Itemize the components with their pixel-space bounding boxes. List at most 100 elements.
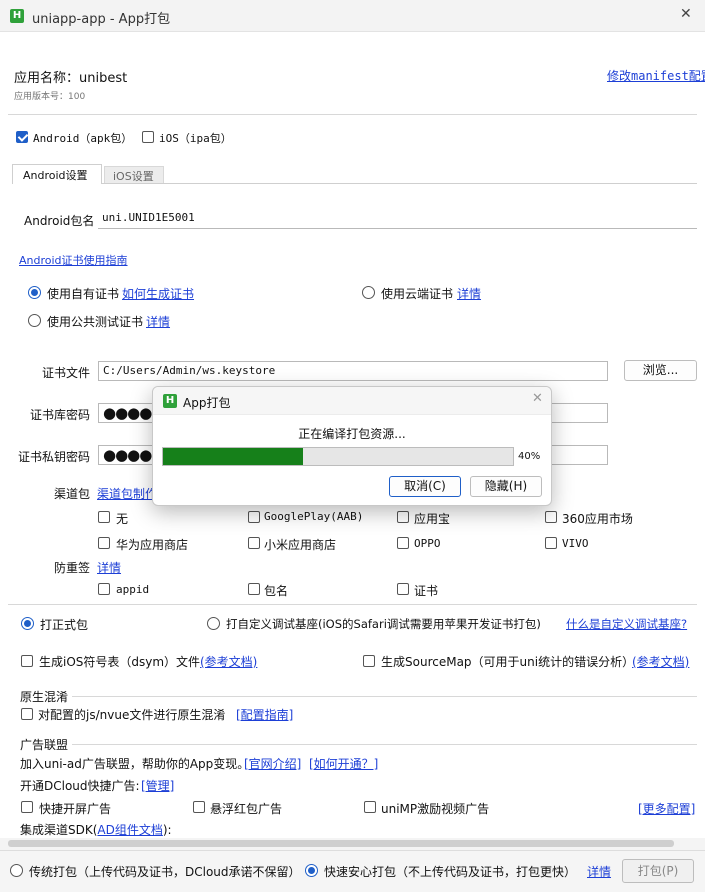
divider (72, 696, 697, 697)
ads-intro-link[interactable]: [官网介绍] (244, 755, 301, 772)
cert-own-radio[interactable] (28, 286, 41, 299)
sourcemap-doc-link[interactable]: (参考文档) (632, 653, 689, 670)
cancel-button[interactable]: 取消(C) (389, 476, 461, 497)
progress-dialog: H App打包 ✕ 正在编译打包资源... 40% 取消(C) 隐藏(H) (152, 386, 552, 506)
divider (8, 114, 697, 115)
channel-checkbox-huawei[interactable] (98, 537, 110, 549)
safe-build-radio[interactable] (305, 864, 318, 877)
tamper-checkbox-appid[interactable] (98, 583, 110, 595)
obfuscation-title: 原生混淆 (20, 690, 69, 704)
ads-howto-link[interactable]: [如何开通？] (309, 755, 378, 772)
hbuilderx-logo-icon: H (10, 9, 24, 23)
progress-percent: 40% (518, 451, 541, 462)
app-name: 应用名称：unibest (14, 71, 128, 86)
build-button[interactable]: 打包(P) (622, 859, 694, 883)
tab-ios-label: iOS设置 (113, 170, 154, 183)
cert-public-label: 使用公共测试证书 (47, 315, 144, 329)
dialog-close-icon[interactable]: ✕ (532, 391, 543, 406)
close-icon[interactable]: ✕ (680, 6, 692, 22)
channel-label-yingyongbao: 应用宝 (414, 512, 451, 526)
tab-android-label: Android设置 (23, 169, 88, 182)
channel-label-360: 360应用市场 (562, 512, 633, 526)
cert-file-label: 证书文件 (42, 366, 91, 380)
package-label: Android包名 (24, 214, 95, 228)
channel-checkbox-vivo[interactable] (545, 537, 557, 549)
cert-guide-link[interactable]: Android证书使用指南 (19, 252, 128, 268)
ios-symbols-checkbox[interactable] (21, 655, 33, 667)
cert-cloud-radio[interactable] (362, 286, 375, 299)
dialog-message: 正在编译打包资源... (298, 427, 406, 441)
splash-ad-label: 快捷开屏广告 (39, 802, 112, 816)
cert-own-label: 使用自有证书 (47, 287, 120, 301)
obfuscation-guide-link[interactable]: [配置指南] (236, 706, 293, 723)
traditional-build-label: 传统打包（上传代码及证书，DCloud承诺不保留） (29, 865, 301, 879)
manifest-link[interactable]: 修改manifest配置 (607, 67, 705, 84)
tab-ios-settings[interactable]: iOS设置 (104, 166, 164, 184)
cert-file-input[interactable]: C:/Users/Admin/ws.keystore (98, 361, 608, 381)
dcloud-ads-label: 开通DCloud快捷广告: (20, 779, 140, 793)
divider (8, 604, 697, 605)
tamper-label-cert: 证书 (414, 584, 439, 598)
horizontal-scrollbar[interactable] (0, 838, 705, 850)
ads-title: 广告联盟 (20, 738, 69, 752)
cert-cloud-link[interactable]: 详情 (457, 285, 481, 302)
cert-cloud-label: 使用云端证书 (381, 287, 454, 301)
channel-checkbox-googleplay[interactable] (248, 511, 260, 523)
ios-checkbox-label: iOS（ipa包） (159, 132, 232, 145)
formal-build-radio[interactable] (21, 617, 34, 630)
custom-base-radio[interactable] (207, 617, 220, 630)
ios-checkbox[interactable] (142, 131, 154, 143)
tamper-checkbox-cert[interactable] (397, 583, 409, 595)
tab-divider (102, 183, 697, 184)
footer-details-link[interactable]: 详情 (587, 863, 611, 880)
sdk-suffix: ): (162, 823, 172, 837)
tamper-label: 防重签 (54, 561, 91, 575)
hide-button[interactable]: 隐藏(H) (470, 476, 542, 497)
title-bar: H uniapp-app - App打包 ✕ (0, 0, 705, 32)
tab-android-settings[interactable]: Android设置 (12, 164, 102, 184)
channel-label-googleplay: GooglePlay(AAB) (264, 510, 364, 523)
float-ad-checkbox[interactable] (193, 801, 205, 813)
scrollbar-thumb[interactable] (8, 840, 674, 847)
float-ad-label: 悬浮红包广告 (210, 802, 283, 816)
ios-symbols-doc-link[interactable]: (参考文档) (200, 653, 257, 670)
sourcemap-checkbox[interactable] (363, 655, 375, 667)
channel-label-oppo: OPPO (414, 537, 441, 550)
ios-symbols-label: 生成iOS符号表（dsym）文件 (39, 655, 201, 669)
tamper-checkbox-package[interactable] (248, 583, 260, 595)
channel-checkbox-yingyongbao[interactable] (397, 511, 409, 523)
channel-label: 渠道包 (54, 487, 91, 501)
dialog-logo-icon: H (163, 394, 177, 408)
sdk-line: 集成渠道SDK(AD组件文档): (20, 821, 172, 838)
android-checkbox-label: Android（apk包） (33, 132, 133, 145)
cert-public-link[interactable]: 详情 (146, 313, 170, 330)
dcloud-ads-manage-link[interactable]: [管理] (141, 777, 174, 794)
channel-label-huawei: 华为应用商店 (116, 538, 189, 552)
obfuscation-checkbox[interactable] (21, 708, 33, 720)
traditional-build-radio[interactable] (10, 864, 23, 877)
formal-build-label: 打正式包 (40, 618, 89, 632)
more-config-link[interactable]: [更多配置] (638, 800, 695, 817)
channel-label-vivo: VIVO (562, 537, 589, 550)
ads-intro: 加入uni-ad广告联盟，帮助你的App变现。 (20, 757, 250, 771)
obfuscation-label: 对配置的js/nvue文件进行原生混淆 (38, 708, 226, 722)
app-version: 应用版本号：100 (14, 92, 86, 102)
channel-checkbox-360[interactable] (545, 511, 557, 523)
custom-base-help-link[interactable]: 什么是自定义调试基座? (566, 616, 687, 632)
browse-button[interactable]: 浏览... (624, 360, 697, 381)
splash-ad-checkbox[interactable] (21, 801, 33, 813)
android-checkbox[interactable] (16, 131, 28, 143)
reward-ad-checkbox[interactable] (364, 801, 376, 813)
channel-checkbox-oppo[interactable] (397, 537, 409, 549)
ad-component-doc-link[interactable]: AD组件文档 (97, 823, 162, 837)
channel-checkbox-none[interactable] (98, 511, 110, 523)
tamper-link[interactable]: 详情 (97, 559, 121, 576)
cert-own-help-link[interactable]: 如何生成证书 (122, 285, 194, 302)
progress-bar (162, 447, 514, 466)
tamper-label-appid: appid (116, 583, 150, 596)
cert-public-radio[interactable] (28, 314, 41, 327)
channel-checkbox-xiaomi[interactable] (248, 537, 260, 549)
channel-link[interactable]: 渠道包制作 (97, 485, 157, 502)
reward-ad-label: uniMP激励视频广告 (381, 802, 490, 816)
package-input[interactable]: uni.UNID1E5001 (98, 209, 697, 229)
